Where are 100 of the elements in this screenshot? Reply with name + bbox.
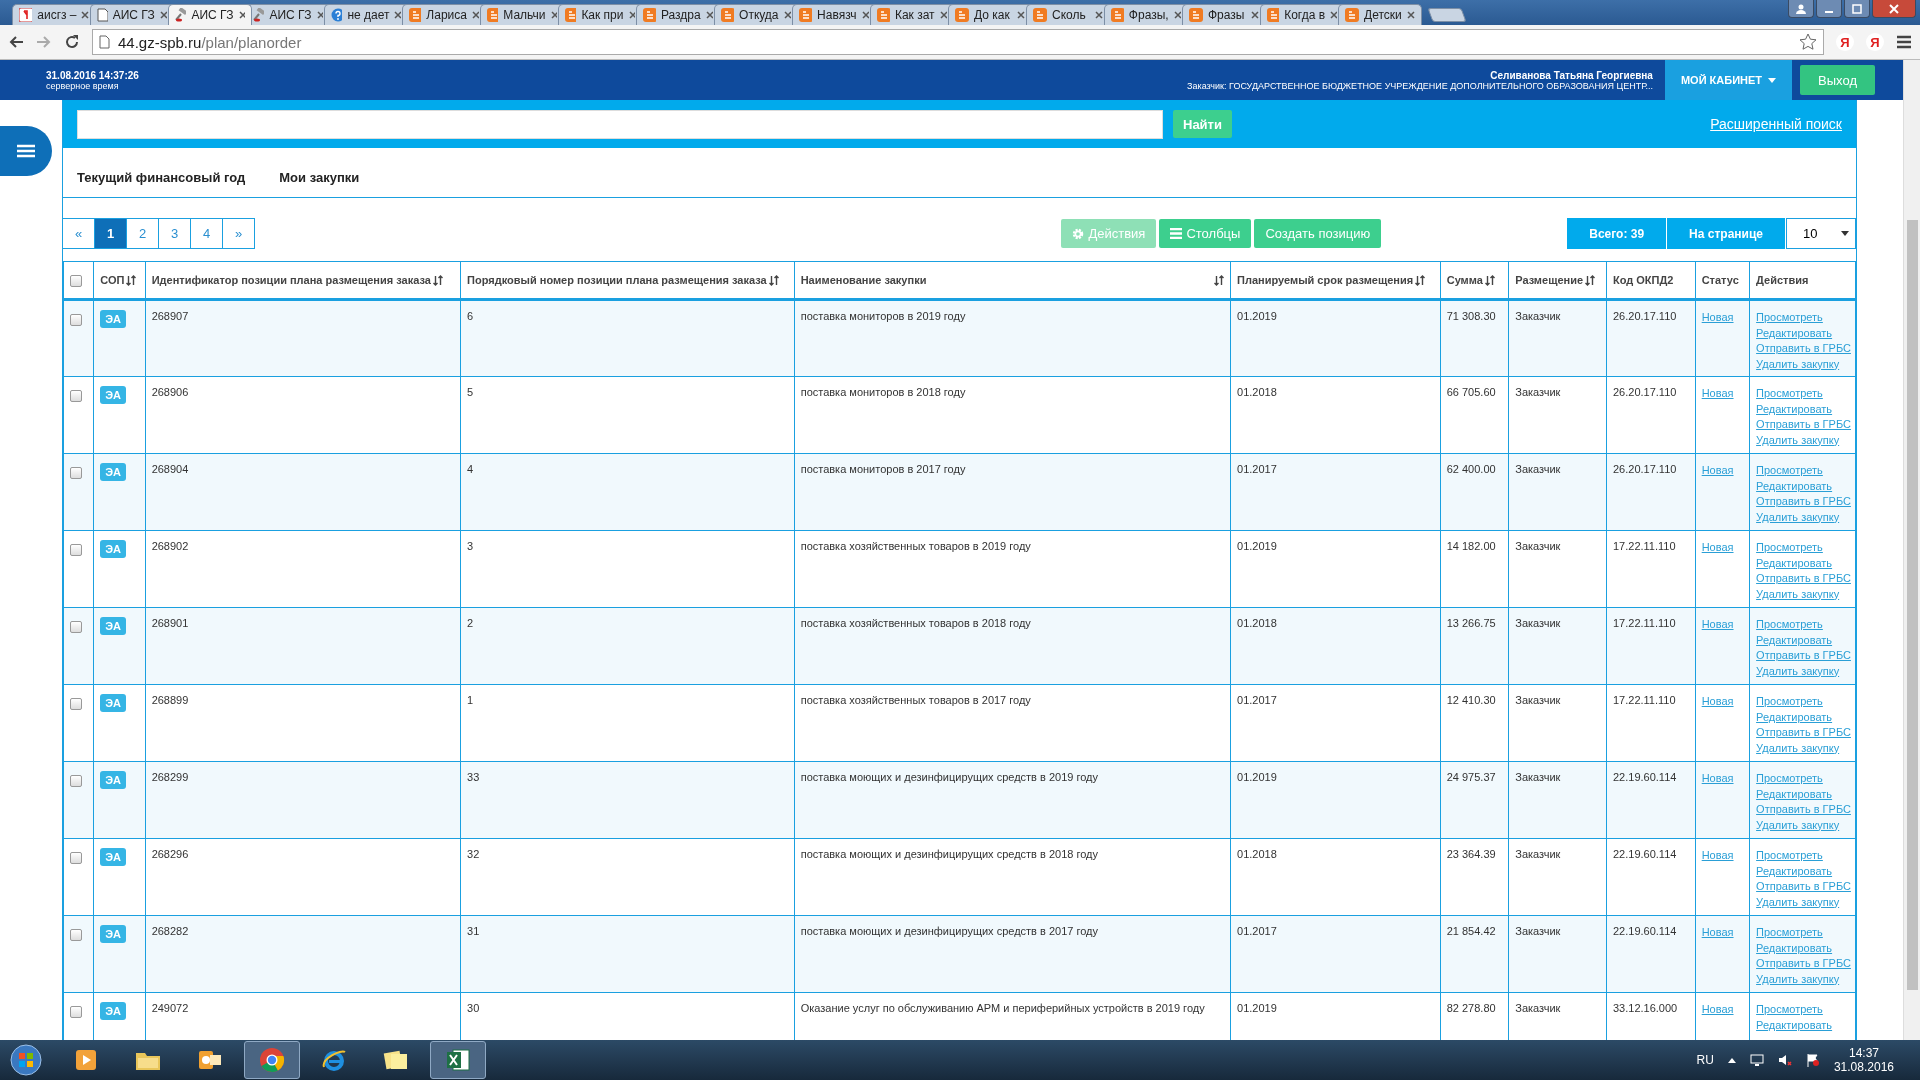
action-link[interactable]: Редактировать bbox=[1756, 632, 1833, 648]
close-icon[interactable] bbox=[81, 11, 89, 19]
status-link[interactable]: Новая bbox=[1701, 618, 1734, 630]
action-link[interactable]: Просмотреть bbox=[1756, 463, 1823, 479]
action-link[interactable]: Удалить закупку bbox=[1756, 432, 1840, 448]
close-icon[interactable] bbox=[783, 11, 791, 19]
sort-icon[interactable] bbox=[126, 274, 137, 286]
action-link[interactable]: Просмотреть bbox=[1756, 1002, 1823, 1018]
star-icon[interactable] bbox=[1799, 33, 1817, 51]
action-link[interactable]: Просмотреть bbox=[1756, 540, 1823, 556]
close-icon[interactable] bbox=[861, 11, 869, 19]
close-button[interactable] bbox=[1872, 0, 1916, 18]
row-checkbox[interactable] bbox=[70, 621, 82, 633]
action-link[interactable]: Удалить закупку bbox=[1756, 971, 1840, 987]
action-link[interactable]: Удалить закупку bbox=[1756, 663, 1840, 679]
close-icon[interactable] bbox=[159, 11, 167, 19]
close-icon[interactable] bbox=[316, 11, 323, 19]
advanced-search-link[interactable]: Расширенный поиск bbox=[1710, 116, 1842, 132]
status-link[interactable]: Новая bbox=[1701, 772, 1734, 784]
close-icon[interactable] bbox=[705, 11, 713, 19]
per-page-select[interactable]: 10 bbox=[1786, 218, 1856, 249]
action-link[interactable]: Удалить закупку bbox=[1756, 740, 1840, 756]
status-link[interactable]: Новая bbox=[1701, 1003, 1734, 1015]
toolbar-button[interactable]: Столбцы bbox=[1159, 219, 1252, 248]
page-button[interactable]: 2 bbox=[126, 218, 159, 249]
sort-icon[interactable] bbox=[1415, 274, 1426, 286]
close-icon[interactable] bbox=[1173, 11, 1181, 19]
menu-button[interactable] bbox=[0, 126, 52, 176]
sort-icon[interactable] bbox=[768, 274, 779, 286]
close-icon[interactable] bbox=[1095, 11, 1103, 19]
action-link[interactable]: Отправить в ГРБС bbox=[1756, 802, 1851, 818]
row-checkbox[interactable] bbox=[70, 929, 82, 941]
close-icon[interactable] bbox=[1407, 11, 1415, 19]
action-link[interactable]: Редактировать bbox=[1756, 786, 1833, 802]
sort-icon[interactable] bbox=[432, 274, 443, 286]
profile-button[interactable] bbox=[1788, 0, 1814, 18]
status-link[interactable]: Новая bbox=[1701, 926, 1734, 938]
row-checkbox[interactable] bbox=[70, 1006, 82, 1018]
action-link[interactable]: Отправить в ГРБС bbox=[1756, 494, 1851, 510]
tray-arrow-icon[interactable] bbox=[1727, 1057, 1736, 1063]
row-checkbox[interactable] bbox=[70, 314, 82, 326]
menu-icon[interactable] bbox=[1896, 35, 1912, 49]
action-link[interactable]: Редактировать bbox=[1756, 555, 1833, 571]
new-tab-button[interactable] bbox=[1427, 8, 1467, 22]
page-button[interactable]: « bbox=[63, 218, 95, 249]
toolbar-button[interactable]: Создать позицию bbox=[1254, 219, 1382, 248]
volume-icon[interactable] bbox=[1777, 1053, 1792, 1067]
action-link[interactable]: Просмотреть bbox=[1756, 617, 1823, 633]
row-checkbox[interactable] bbox=[70, 544, 82, 556]
close-icon[interactable] bbox=[628, 11, 635, 19]
action-link[interactable]: Просмотреть bbox=[1756, 925, 1823, 941]
action-link[interactable]: Редактировать bbox=[1756, 478, 1833, 494]
action-link[interactable]: Просмотреть bbox=[1756, 694, 1823, 710]
select-all-checkbox[interactable] bbox=[70, 275, 82, 287]
action-link[interactable]: Просмотреть bbox=[1756, 771, 1823, 787]
page-button[interactable]: 1 bbox=[94, 218, 127, 249]
row-checkbox[interactable] bbox=[70, 390, 82, 402]
section-tab[interactable]: Мои закупки bbox=[279, 170, 360, 185]
browser-tab[interactable]: Детски bbox=[1338, 4, 1422, 25]
close-icon[interactable] bbox=[471, 11, 479, 19]
page-button[interactable]: 3 bbox=[158, 218, 191, 249]
action-link[interactable]: Удалить закупку bbox=[1756, 586, 1840, 602]
close-icon[interactable] bbox=[394, 11, 401, 19]
browser-tab[interactable]: АИС ГЗ bbox=[168, 4, 252, 25]
close-icon[interactable] bbox=[550, 11, 557, 19]
find-button[interactable]: Найти bbox=[1173, 110, 1232, 138]
action-link[interactable]: Редактировать bbox=[1756, 325, 1833, 341]
section-tab[interactable]: Текущий финансовый год bbox=[77, 170, 246, 185]
action-link[interactable]: Редактировать bbox=[1756, 401, 1833, 417]
row-checkbox[interactable] bbox=[70, 698, 82, 710]
maximize-button[interactable] bbox=[1844, 0, 1870, 18]
sort-icon[interactable] bbox=[1214, 274, 1225, 286]
search-field[interactable] bbox=[77, 109, 1163, 139]
action-link[interactable]: Просмотреть bbox=[1756, 386, 1823, 402]
status-link[interactable]: Новая bbox=[1701, 541, 1734, 553]
action-link[interactable]: Удалить закупку bbox=[1756, 817, 1840, 833]
action-link[interactable]: Удалить закупку bbox=[1756, 894, 1840, 910]
back-icon[interactable] bbox=[8, 35, 24, 49]
clock[interactable]: 14:37 31.08.2016 bbox=[1833, 1046, 1894, 1074]
status-link[interactable]: Новая bbox=[1701, 464, 1734, 476]
close-icon[interactable] bbox=[1330, 11, 1337, 19]
close-icon[interactable] bbox=[238, 11, 245, 19]
network-icon[interactable] bbox=[1749, 1053, 1764, 1067]
action-link[interactable]: Редактировать bbox=[1756, 709, 1833, 725]
row-checkbox[interactable] bbox=[70, 467, 82, 479]
row-checkbox[interactable] bbox=[70, 775, 82, 787]
sort-icon[interactable] bbox=[1585, 274, 1596, 286]
minimize-button[interactable] bbox=[1816, 0, 1842, 18]
status-link[interactable]: Новая bbox=[1701, 695, 1734, 707]
reload-icon[interactable] bbox=[64, 34, 80, 50]
action-link[interactable]: Отправить в ГРБС bbox=[1756, 341, 1851, 357]
action-link[interactable]: Отправить в ГРБС bbox=[1756, 571, 1851, 587]
sort-icon[interactable] bbox=[1484, 274, 1495, 286]
action-link[interactable]: Отправить в ГРБС bbox=[1756, 648, 1851, 664]
address-field[interactable]: 44.gz-spb.ru/plan/planorder bbox=[92, 29, 1824, 55]
page-button[interactable]: » bbox=[222, 218, 255, 249]
action-link[interactable]: Отправить в ГРБС bbox=[1756, 725, 1851, 741]
action-link[interactable]: Отправить в ГРБС bbox=[1756, 417, 1851, 433]
action-link[interactable]: Просмотреть bbox=[1756, 848, 1823, 864]
close-icon[interactable] bbox=[939, 11, 947, 19]
